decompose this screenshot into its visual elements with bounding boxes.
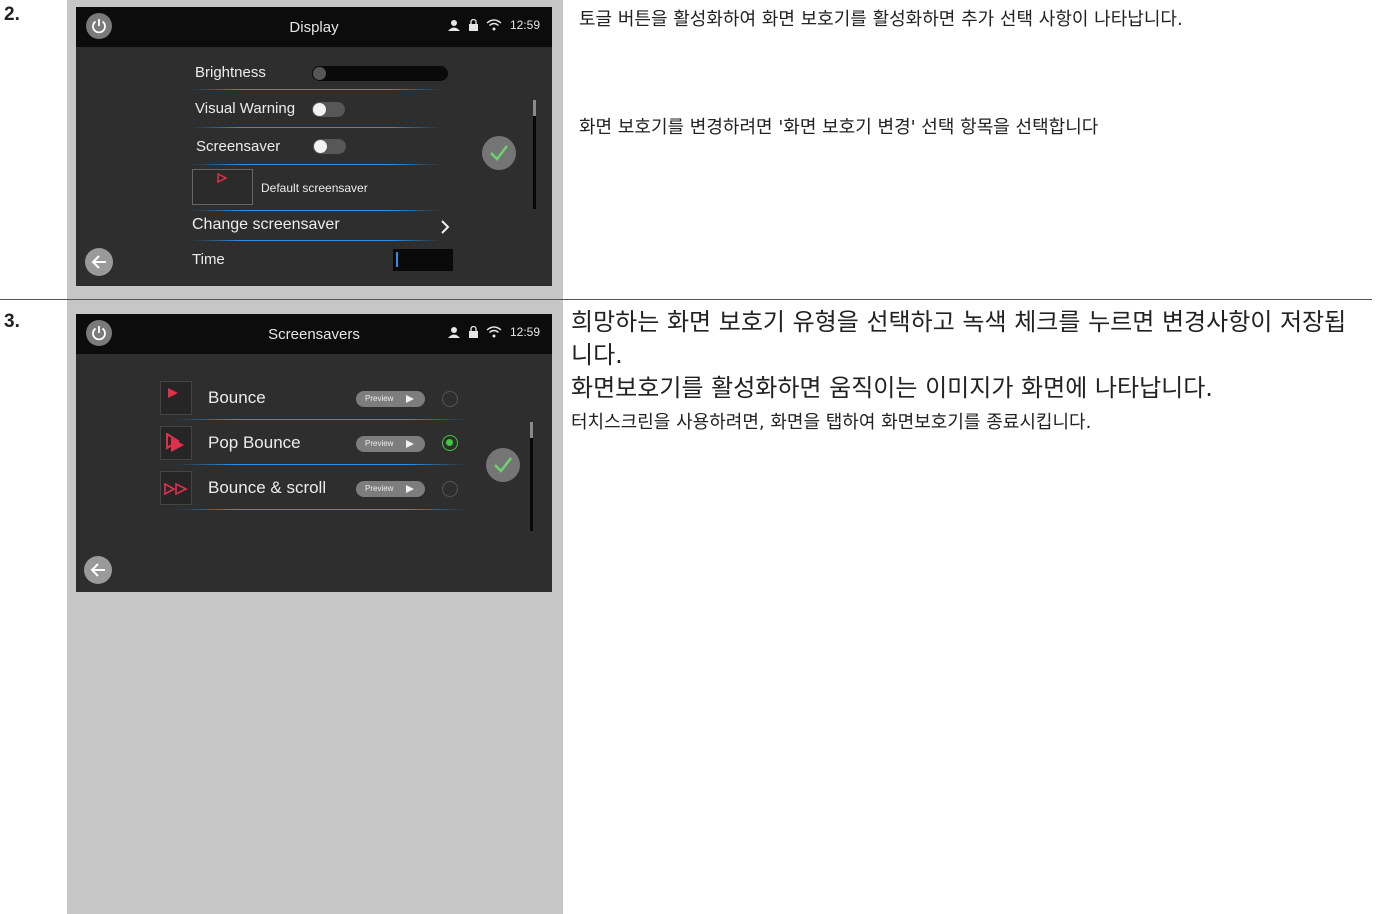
back-button[interactable] [85,248,113,276]
step-2-instruction: 화면 보호기를 변경하려면 '화면 보호기 변경' 선택 항목을 선택합니다 [579,117,1099,138]
row-divider [191,240,441,241]
wifi-icon [486,326,502,338]
time-input[interactable] [393,249,453,271]
scrollbar-thumb[interactable] [533,100,536,116]
step-2-description: 토글 버튼을 활성화하여 화면 보호기를 활성화하면 추가 선택 사항이 나타납… [579,9,1183,30]
step-3-para-1: 희망하는 화면 보호기 유형을 선택하고 녹색 체크를 누르면 변경사항이 저장… [571,308,1347,369]
row-divider [191,89,441,90]
option-label: Pop Bounce [208,433,301,452]
radio-button[interactable] [442,391,458,407]
row-divider [176,419,466,420]
step-3-para-2: 화면보호기를 활성화하면 움직이는 이미지가 화면에 나타납니다. [571,374,1213,402]
change-screensaver-item[interactable]: Change screensaver [191,213,453,241]
step-3-para-3: 터치스크린을 사용하려면, 화면을 탭하여 화면보호기를 종료시킵니다. [571,412,1092,433]
screensaver-toggle[interactable] [313,139,346,154]
screensaver-thumbnail-icon [217,173,227,183]
screensaver-thumbnail-icon [166,433,184,452]
step-3-description: 희망하는 화면 보호기 유형을 선택하고 녹색 체크를 누르면 변경사항이 저장… [571,306,1361,439]
status-icons: 12:59 [447,18,540,32]
step-number: 3. [4,311,20,332]
row-divider [191,210,441,211]
back-arrow-icon [91,255,106,269]
screensaver-option[interactable]: Pop Bounce Preview [160,426,470,462]
radio-button[interactable] [442,481,458,497]
clock: 12:59 [509,18,540,32]
status-bar: Screensavers 12:59 [76,314,552,354]
back-arrow-icon [90,563,105,577]
screensaver-thumbnail-icon [168,388,178,398]
screensaver-option[interactable]: Bounce Preview [160,381,470,417]
screensaver-thumbnail [160,471,192,505]
brightness-slider[interactable] [312,66,448,81]
screensaver-thumbnail [160,381,192,415]
screensaver-label: Screensaver [196,138,281,155]
wifi-icon [486,19,502,31]
visual-warning-toggle[interactable] [312,102,345,117]
time-label: Time [192,251,225,268]
default-screensaver-label: Default screensaver [261,181,368,195]
row-divider [191,164,441,165]
scrollbar[interactable] [533,100,536,209]
brightness-label: Brightness [195,64,266,81]
option-label: Bounce [208,388,266,407]
step-number: 2. [4,4,20,25]
play-icon [406,485,414,493]
screensaver-thumbnail[interactable] [192,169,253,205]
radio-button-selected[interactable] [442,435,458,451]
preview-button[interactable]: Preview [356,436,425,452]
screensavers-screen: Screensavers 12:59 Bounce Preview Pop Bo… [76,314,552,592]
lock-icon [468,19,478,31]
status-icons: 12:59 [447,325,540,339]
screensaver-option[interactable]: Bounce & scroll Preview [160,471,470,507]
brightness-slider-handle[interactable] [313,67,326,80]
step-divider [0,299,1372,300]
confirm-button[interactable] [486,448,520,482]
confirm-check-icon [494,457,512,473]
scrollbar[interactable] [530,422,533,531]
status-bar: Display 12:59 [76,7,552,47]
preview-button[interactable]: Preview [356,391,425,407]
user-icon [447,20,460,31]
back-button[interactable] [84,556,112,584]
preview-button[interactable]: Preview [356,481,425,497]
confirm-button[interactable] [482,136,516,170]
lock-icon [468,326,478,338]
screensaver-thumbnail [160,426,192,460]
display-settings-screen: Display 12:59 Brightness Visual Warning … [76,7,552,286]
clock: 12:59 [509,325,540,339]
option-label: Bounce & scroll [208,478,327,497]
play-icon [406,440,414,448]
play-icon [406,395,414,403]
user-icon [447,327,460,338]
confirm-check-icon [490,145,508,161]
row-divider [176,464,466,465]
row-divider [191,127,441,128]
visual-warning-label: Visual Warning [195,100,296,117]
screensaver-thumbnail-icon [164,483,188,495]
scrollbar-thumb[interactable] [530,422,533,438]
change-screensaver-label: Change screensaver [192,216,340,233]
row-divider [176,509,466,510]
chevron-right-icon [441,220,450,234]
